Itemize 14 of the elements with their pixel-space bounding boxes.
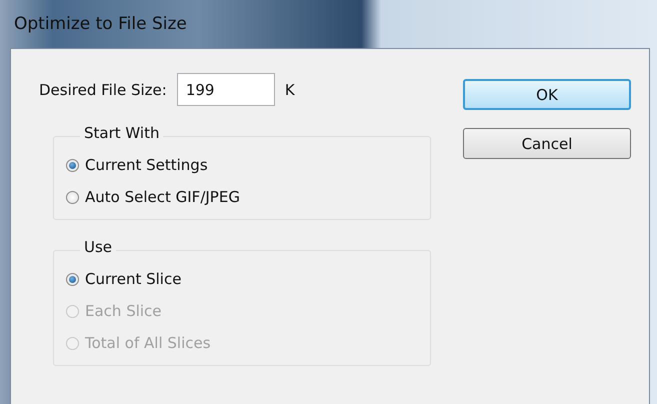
radio-label: Total of All Slices	[85, 334, 211, 352]
ok-button[interactable]: OK	[463, 79, 631, 110]
radio-button[interactable]	[66, 190, 79, 204]
cancel-button[interactable]: Cancel	[463, 128, 631, 159]
radio-label: Current Settings	[85, 156, 208, 174]
unit-label: K	[284, 80, 295, 98]
file-size-field[interactable]: 199	[176, 73, 275, 106]
radio-button[interactable]	[66, 158, 79, 172]
field-label: Desired File Size:	[39, 80, 167, 98]
radio-button[interactable]	[66, 272, 79, 286]
window-title: Optimize to File Size	[13, 13, 188, 36]
radio-label: Auto Select GIF/JPEG	[85, 188, 240, 206]
radio-label: Each Slice	[85, 302, 162, 320]
radio-label: Current Slice	[85, 270, 182, 288]
